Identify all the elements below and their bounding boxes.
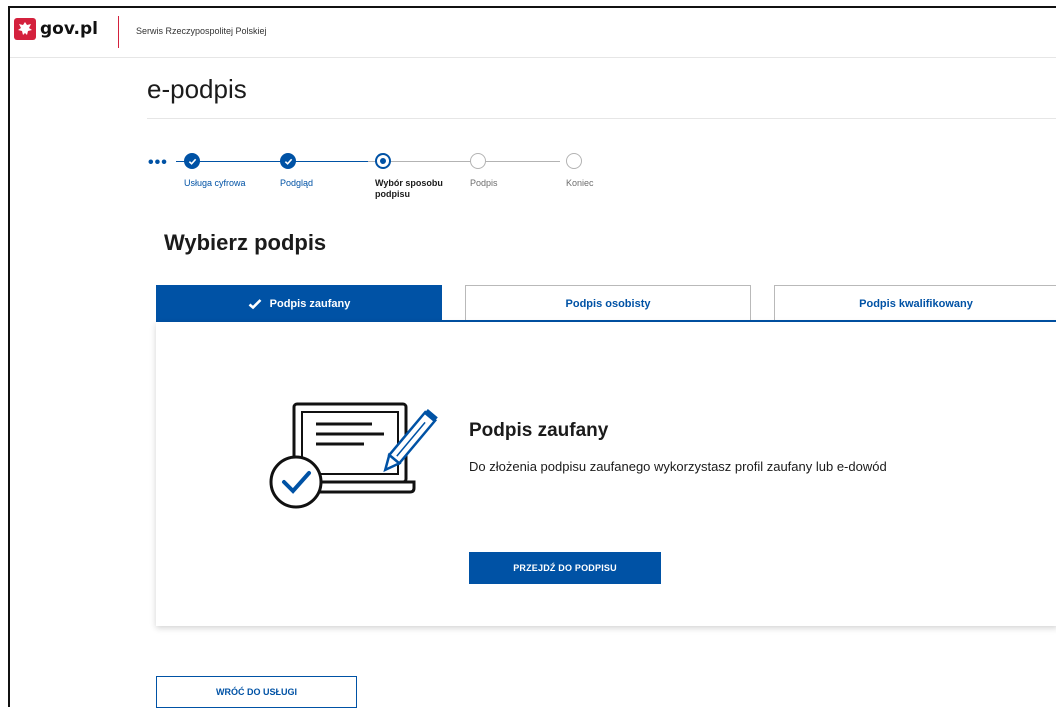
tab-label: Podpis zaufany — [269, 297, 351, 310]
header-divider — [118, 16, 119, 48]
tab-podpis-kwalifikowany[interactable]: Podpis kwalifikowany — [774, 285, 1056, 321]
card-description: Do złożenia podpisu zaufanego wykorzysta… — [469, 459, 887, 474]
step-podpis-marker — [470, 153, 486, 169]
tab-label: Podpis osobisty — [565, 297, 651, 310]
step-label-usluga-cyfrowa[interactable]: Usługa cyfrowa — [184, 178, 246, 189]
step-label-koniec: Koniec — [566, 178, 594, 188]
step-koniec-marker — [566, 153, 582, 169]
signature-option-card: Podpis zaufany Do złożenia podpisu zaufa… — [156, 322, 1056, 626]
tab-label: Podpis kwalifikowany — [859, 297, 973, 310]
site-header: gov.pl Serwis Rzeczypospolitej Polskiej — [10, 8, 1056, 58]
step-podglad-marker — [280, 153, 296, 169]
progress-stepper: ••• Usługa cyfrowa Podgląd Wybór sposobu… — [148, 150, 648, 220]
logo-text: gov.pl — [40, 19, 98, 39]
step-label-podpis: Podpis — [470, 178, 498, 188]
eagle-emblem-icon — [14, 18, 36, 40]
go-to-signature-button[interactable]: PRZEJDŹ DO PODPISU — [469, 552, 661, 584]
step-wybor-marker — [375, 153, 391, 169]
more-steps-icon: ••• — [148, 154, 168, 171]
section-heading: Wybierz podpis — [164, 230, 327, 255]
tab-podpis-osobisty[interactable]: Podpis osobisty — [465, 285, 751, 321]
title-divider — [147, 118, 1056, 119]
tab-podpis-zaufany[interactable]: Podpis zaufany — [156, 285, 442, 321]
back-to-service-button[interactable]: WRÓĆ DO USŁUGI — [156, 676, 357, 708]
step-label-podglad[interactable]: Podgląd — [280, 178, 313, 189]
card-title: Podpis zaufany — [469, 420, 609, 441]
gov-pl-logo[interactable]: gov.pl — [14, 18, 98, 40]
step-label-wybor: Wybór sposobu podpisu — [375, 178, 443, 199]
service-name: Serwis Rzeczypospolitej Polskiej — [136, 26, 267, 36]
page-title: e-podpis — [147, 74, 247, 104]
signed-document-illustration-icon — [269, 402, 438, 509]
check-icon — [248, 298, 262, 309]
check-icon — [284, 158, 292, 165]
check-icon — [188, 158, 196, 165]
browser-frame: gov.pl Serwis Rzeczypospolitej Polskiej … — [8, 6, 1056, 708]
step-usluga-cyfrowa-marker — [184, 153, 200, 169]
